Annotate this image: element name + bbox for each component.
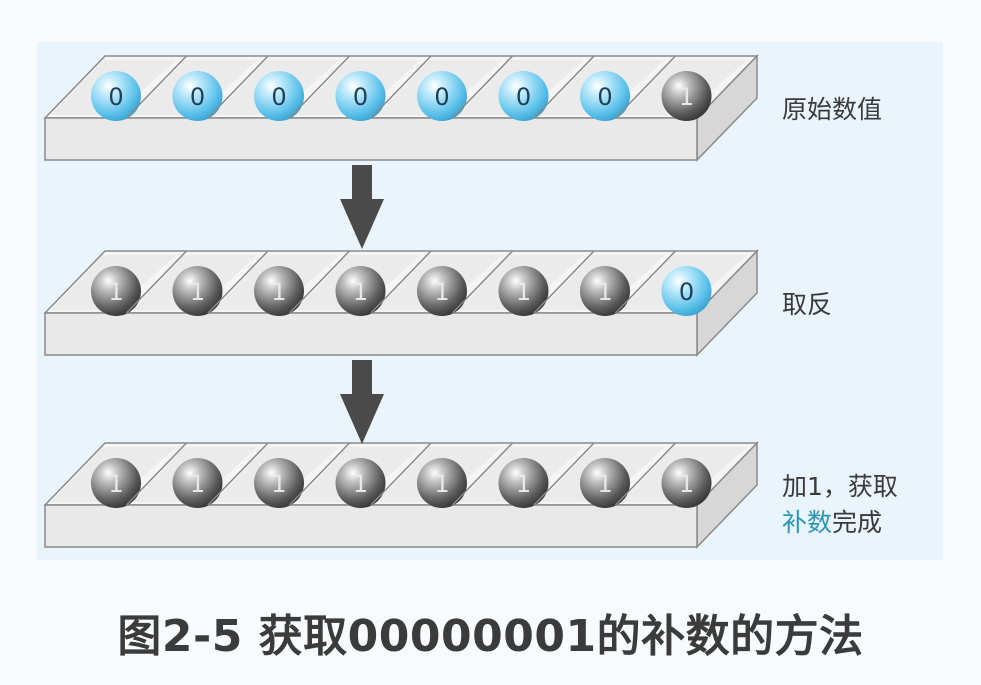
bit-value: 0 (190, 83, 205, 111)
figure-caption: 图2-5 获取00000001的补数的方法 (117, 611, 864, 662)
bit-value: 0 (271, 83, 286, 111)
highlighted-text: 补数 (782, 508, 833, 537)
bit-value: 1 (108, 470, 123, 498)
tray-front (44, 312, 698, 356)
bit-ball-one: 1 (498, 458, 549, 508)
bit-value: 1 (597, 278, 612, 306)
bit-value: 0 (434, 83, 449, 111)
bit-ball-one: 1 (661, 458, 712, 508)
bit-ball-one: 1 (335, 458, 386, 508)
bit-ball-zero: 0 (417, 71, 467, 121)
bit-value: 1 (190, 278, 205, 306)
bit-value: 1 (434, 470, 449, 498)
label-text: 原始数值 (782, 95, 883, 124)
bit-ball-one: 1 (335, 266, 386, 316)
bit-ball-zero: 0 (580, 71, 630, 121)
down-arrow (340, 360, 384, 444)
bit-ball-one: 1 (661, 71, 712, 121)
label-text: 完成 (832, 508, 883, 537)
step-label: 原始数值 (782, 92, 882, 128)
bit-ball-one: 1 (172, 266, 223, 316)
bit-value: 1 (597, 470, 612, 498)
bit-ball-one: 1 (417, 266, 467, 316)
bit-value: 1 (271, 470, 286, 498)
bit-value: 1 (516, 278, 531, 306)
bit-ball-one: 1 (254, 266, 304, 316)
bit-value: 1 (679, 470, 694, 498)
bit-ball-zero: 0 (172, 71, 223, 121)
bit-ball-one: 1 (91, 458, 141, 508)
tray-front (44, 504, 698, 548)
bit-ball-one: 1 (91, 266, 141, 316)
label-text: 加1，获取 (782, 472, 898, 501)
bit-value: 1 (190, 470, 205, 498)
bit-value: 1 (679, 83, 694, 111)
step-label: 加1，获取补数完成 (782, 469, 898, 541)
tray-front (44, 117, 698, 161)
bit-ball-zero: 0 (91, 71, 141, 121)
bit-ball-zero: 0 (498, 71, 549, 121)
bit-value: 1 (353, 278, 368, 306)
step-label-line: 加1，获取 (782, 469, 898, 505)
bit-tray: 0 0 0 0 0 0 0 1 (43, 54, 759, 162)
bit-value: 0 (679, 278, 694, 306)
step-label-line: 取反 (782, 287, 832, 323)
step-label-line: 补数完成 (782, 505, 898, 541)
step-label-line: 原始数值 (782, 92, 882, 128)
bit-ball-one: 1 (498, 266, 549, 316)
bit-tray: 1 1 1 1 1 1 1 1 (43, 441, 759, 549)
bit-value: 1 (434, 278, 449, 306)
bit-value: 1 (353, 470, 368, 498)
bit-value: 0 (516, 83, 531, 111)
bit-ball-zero: 0 (254, 71, 304, 121)
step-label: 取反 (782, 287, 832, 323)
bit-ball-one: 1 (254, 458, 304, 508)
down-arrow (340, 165, 384, 249)
bit-ball-one: 1 (417, 458, 467, 508)
bit-ball-zero: 0 (335, 71, 386, 121)
bit-tray: 1 1 1 1 1 1 1 0 (43, 249, 759, 357)
bit-value: 1 (108, 278, 123, 306)
bit-value: 1 (271, 278, 286, 306)
bit-ball-one: 1 (172, 458, 223, 508)
bit-value: 0 (108, 83, 123, 111)
bit-ball-one: 1 (580, 458, 630, 508)
bit-ball-zero: 0 (661, 266, 712, 316)
label-text: 取反 (782, 290, 833, 319)
bit-value: 1 (516, 470, 531, 498)
bit-value: 0 (353, 83, 368, 111)
bit-ball-one: 1 (580, 266, 630, 316)
bit-value: 0 (597, 83, 612, 111)
